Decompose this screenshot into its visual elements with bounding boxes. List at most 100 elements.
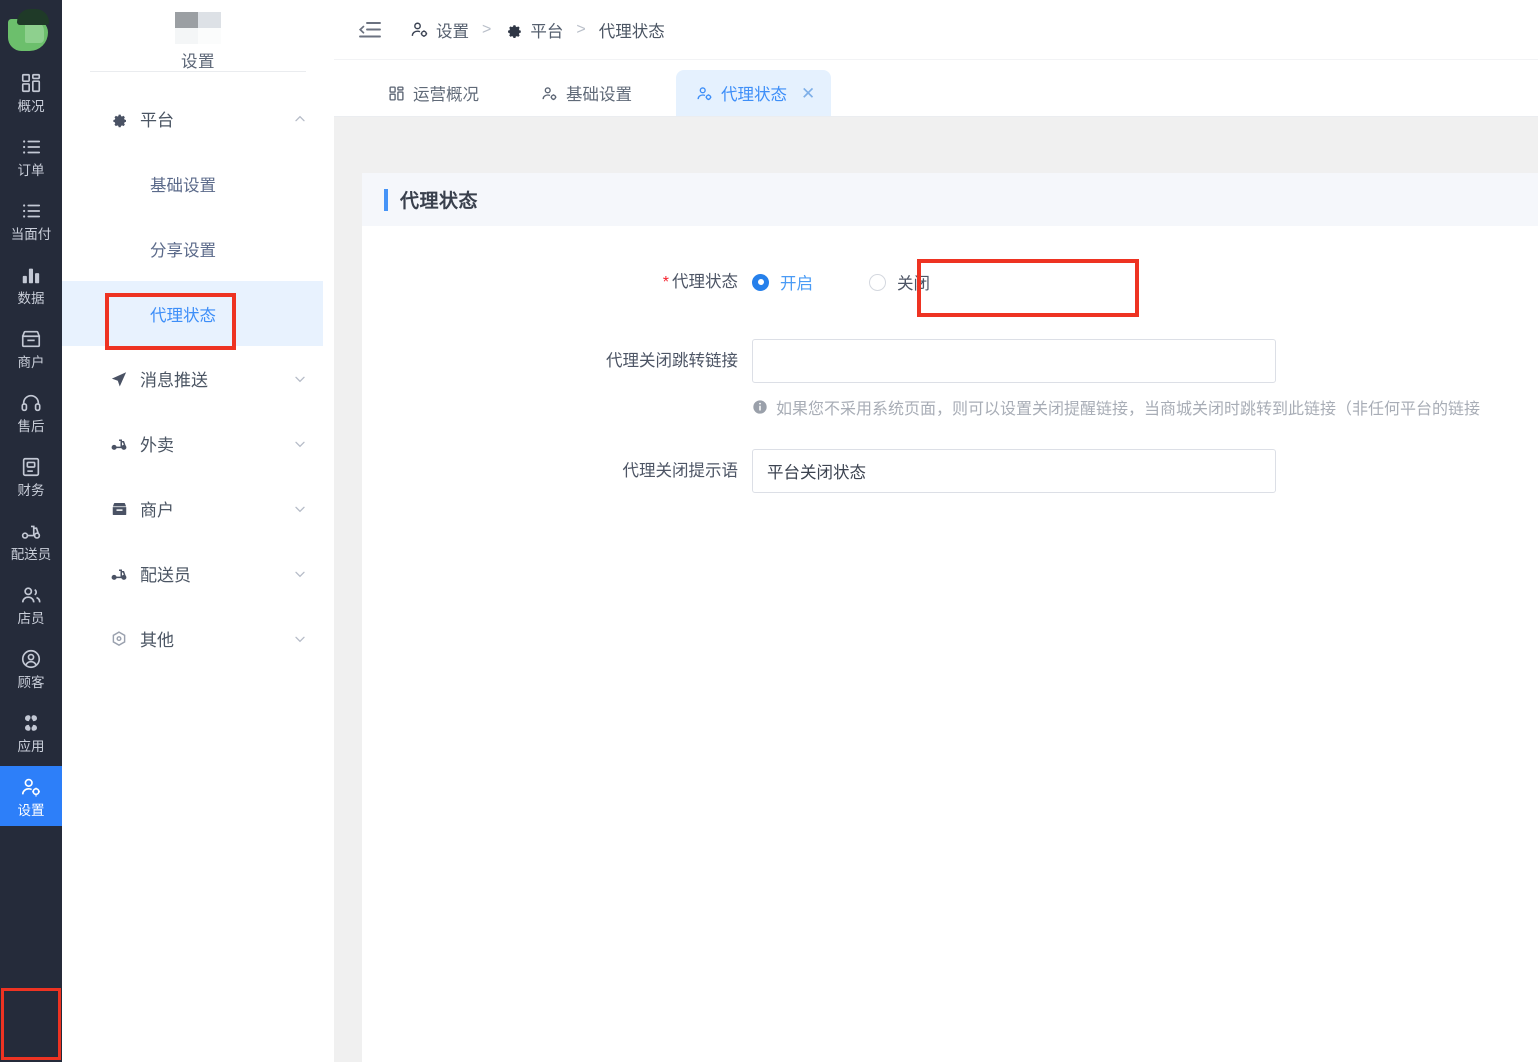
radio-option-on[interactable]: 开启 bbox=[752, 270, 813, 294]
rail-item-after-sales[interactable]: 售后 bbox=[0, 382, 62, 442]
tab-bar: 运营概况 基础设置 代理状态 ✕ bbox=[334, 60, 1538, 117]
gear-icon bbox=[108, 109, 130, 129]
rail-item-label: 顾客 bbox=[17, 675, 45, 690]
rail-item-label: 财务 bbox=[17, 483, 45, 498]
customer-icon bbox=[18, 647, 44, 671]
rail-item-label: 应用 bbox=[17, 739, 45, 754]
section-accent-bar bbox=[384, 188, 388, 211]
scooter-icon bbox=[108, 434, 130, 454]
rail-item-face-pay[interactable]: 当面付 bbox=[0, 190, 62, 250]
chevron-down-icon[interactable] bbox=[292, 436, 308, 452]
radio-indicator-checked bbox=[752, 273, 769, 291]
sidebar-group-other[interactable]: 其他 bbox=[62, 606, 334, 671]
tab-label: 运营概况 bbox=[413, 86, 479, 104]
tab-basic-settings[interactable]: 基础设置 bbox=[523, 70, 650, 116]
rail-item-label: 店员 bbox=[17, 611, 45, 626]
rail-item-merchant[interactable]: 商户 bbox=[0, 318, 62, 378]
sidebar-group-platform[interactable]: 平台 bbox=[62, 86, 334, 151]
rail-item-courier[interactable]: 配送员 bbox=[0, 510, 62, 570]
rail-item-overview[interactable]: 概况 bbox=[0, 62, 62, 122]
chevron-down-icon[interactable] bbox=[292, 501, 308, 517]
tab-agent-status[interactable]: 代理状态 ✕ bbox=[676, 70, 832, 116]
tab-label: 代理状态 bbox=[721, 86, 787, 104]
form-label-closed-tip: 代理关闭提示语 bbox=[622, 462, 739, 480]
sidebar-group-label: 配送员 bbox=[140, 566, 191, 585]
chevron-down-icon[interactable] bbox=[292, 631, 308, 647]
tab-operation-overview[interactable]: 运营概况 bbox=[370, 70, 497, 116]
rail-item-staff[interactable]: 店员 bbox=[0, 574, 62, 634]
app-logo bbox=[0, 0, 62, 62]
rail-item-label: 当面付 bbox=[10, 227, 52, 242]
sidebar-item-agent-status[interactable]: 代理状态 bbox=[62, 281, 323, 346]
sidebar-group-merchant[interactable]: 商户 bbox=[62, 476, 334, 541]
rail-item-label: 设置 bbox=[17, 803, 45, 818]
chevron-up-icon[interactable] bbox=[292, 111, 308, 127]
radio-group-agent-status: 开启 关闭 bbox=[752, 260, 986, 304]
form-row-redirect-link: 代理关闭跳转链接 如果您不采用系统页面，则可以设置关闭提醒链接，当商城关闭时跳转… bbox=[362, 339, 1538, 419]
breadcrumb-item-platform[interactable]: 平台 bbox=[504, 18, 563, 42]
menu-fold-icon[interactable] bbox=[358, 19, 384, 41]
shop-icon bbox=[108, 499, 130, 519]
sidebar-item-basic-settings[interactable]: 基础设置 bbox=[62, 151, 334, 216]
rail-item-data[interactable]: 数据 bbox=[0, 254, 62, 314]
hint-text: 如果您不采用系统页面，则可以设置关闭提醒链接，当商城关闭时跳转到此链接（非任何平… bbox=[776, 401, 1481, 418]
sidebar-item-label: 代理状态 bbox=[150, 306, 216, 325]
breadcrumb-separator: > bbox=[576, 20, 586, 38]
rail-item-label: 数据 bbox=[17, 291, 45, 306]
required-mark: * bbox=[662, 274, 669, 291]
sidebar-group-takeout[interactable]: 外卖 bbox=[62, 411, 334, 476]
rail-item-customer[interactable]: 顾客 bbox=[0, 638, 62, 698]
send-message-icon bbox=[108, 369, 130, 389]
breadcrumb-bar: 设置 > 平台 > 代理状态 bbox=[334, 0, 1538, 60]
secondary-sidebar: 设置 平台 基础设置 分享设置 代理状态 消息推送 外卖 商户 配送员 其他 bbox=[62, 0, 334, 1062]
rail-item-settings[interactable]: 设置 bbox=[0, 766, 62, 826]
sidebar-group-courier[interactable]: 配送员 bbox=[62, 541, 334, 606]
closed-tip-input[interactable] bbox=[752, 449, 1276, 493]
breadcrumb-label: 代理状态 bbox=[598, 22, 665, 41]
gear-icon bbox=[504, 20, 523, 39]
breadcrumb-label: 平台 bbox=[530, 22, 564, 41]
radio-option-off[interactable]: 关闭 bbox=[869, 270, 930, 294]
radio-indicator-unchecked bbox=[869, 273, 886, 291]
close-icon[interactable]: ✕ bbox=[801, 85, 815, 102]
breadcrumb-item-current: 代理状态 bbox=[599, 18, 665, 42]
tab-label: 基础设置 bbox=[566, 86, 632, 104]
masked-logo-placeholder bbox=[175, 12, 221, 44]
redirect-link-input[interactable] bbox=[752, 339, 1276, 383]
scooter-icon bbox=[108, 564, 130, 584]
sidebar-group-label: 其他 bbox=[140, 631, 174, 650]
form-label-redirect-link: 代理关闭跳转链接 bbox=[606, 352, 738, 370]
settings-user-icon bbox=[541, 85, 558, 102]
settings-user-icon bbox=[410, 20, 429, 39]
sidebar-item-label: 分享设置 bbox=[150, 241, 216, 260]
sidebar-item-share-settings[interactable]: 分享设置 bbox=[62, 216, 334, 281]
headset-icon bbox=[18, 391, 44, 415]
rail-item-orders[interactable]: 订单 bbox=[0, 126, 62, 186]
dashboard-icon bbox=[388, 85, 405, 102]
rail-item-label: 概况 bbox=[17, 99, 45, 114]
form-row-agent-status: * 代理状态 开启 关闭 bbox=[362, 260, 1538, 305]
shop-icon bbox=[18, 327, 44, 351]
breadcrumb-label: 设置 bbox=[436, 22, 469, 41]
sidebar-title: 设置 bbox=[181, 53, 215, 71]
radio-label: 关闭 bbox=[897, 275, 930, 293]
scooter-icon bbox=[18, 519, 44, 543]
field-column-redirect-link: 如果您不采用系统页面，则可以设置关闭提醒链接，当商城关闭时跳转到此链接（非任何平… bbox=[752, 339, 1480, 419]
chevron-down-icon[interactable] bbox=[292, 371, 308, 387]
rail-item-label: 配送员 bbox=[10, 547, 52, 562]
radio-label: 开启 bbox=[780, 275, 813, 293]
rail-item-apps[interactable]: 应用 bbox=[0, 702, 62, 762]
sidebar-header: 设置 bbox=[62, 0, 334, 86]
breadcrumb-item-settings[interactable]: 设置 bbox=[410, 18, 469, 42]
rail-item-label: 商户 bbox=[17, 355, 45, 370]
breadcrumb-separator: > bbox=[482, 20, 492, 38]
main-area: 设置 > 平台 > 代理状态 运营概况 基础设置 代理状态 ✕ 代理状态 * 代… bbox=[334, 0, 1538, 1062]
sidebar-group-message-push[interactable]: 消息推送 bbox=[62, 346, 334, 411]
hint-redirect-link: 如果您不采用系统页面，则可以设置关闭提醒链接，当商城关闭时跳转到此链接（非任何平… bbox=[752, 395, 1480, 419]
rail-item-finance[interactable]: 财务 bbox=[0, 446, 62, 506]
content-scroll-area: 代理状态 * 代理状态 开启 关闭 代理关闭跳转链接 如果您不采用系统页面，则可… bbox=[334, 117, 1538, 1062]
section-header: 代理状态 bbox=[362, 173, 1538, 226]
finance-icon bbox=[18, 455, 44, 479]
chevron-down-icon[interactable] bbox=[292, 566, 308, 582]
staff-icon bbox=[18, 583, 44, 607]
